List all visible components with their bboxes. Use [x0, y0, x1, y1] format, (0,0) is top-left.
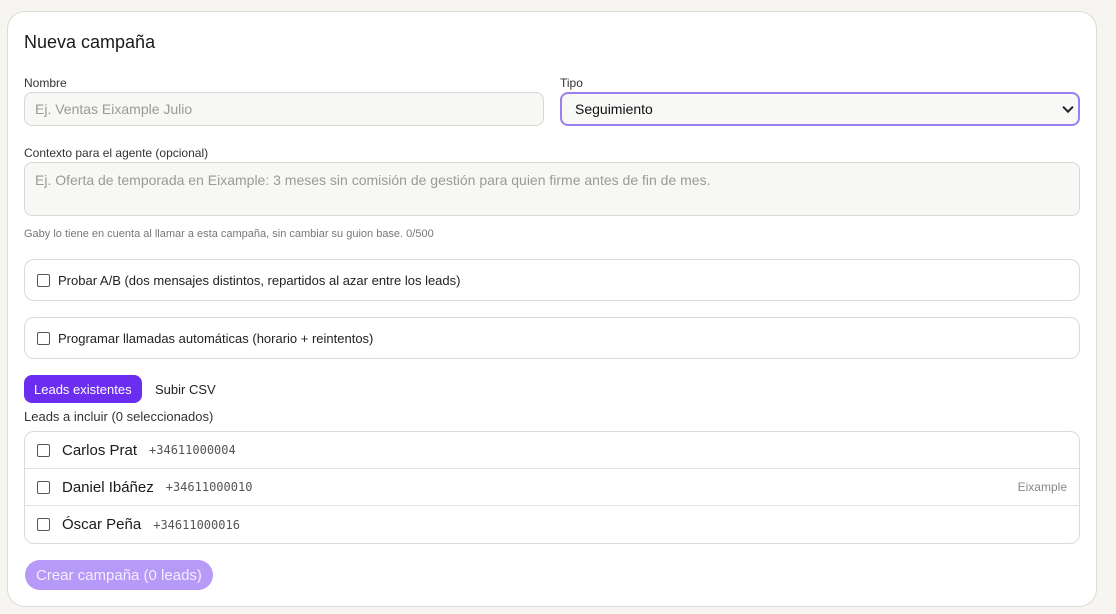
schedule-checkbox[interactable] — [37, 331, 50, 345]
lead-checkbox[interactable] — [37, 518, 50, 531]
ab-test-option[interactable]: Probar A/B (dos mensajes distintos, repa… — [24, 259, 1080, 301]
lead-phone: +34611000004 — [149, 443, 236, 457]
chevron-down-icon — [1062, 101, 1074, 114]
tab-upload-csv[interactable]: Subir CSV — [149, 375, 222, 403]
lead-checkbox[interactable] — [37, 480, 50, 494]
lead-name: Carlos Prat — [62, 441, 138, 459]
list-item[interactable]: Carlos Prat +34611000004 — [25, 432, 1079, 469]
lead-phone: +34611000010 — [165, 480, 253, 494]
context-hint: Gaby lo tiene en cuenta al llamar a esta… — [24, 228, 434, 240]
type-select-value: Seguimiento — [575, 101, 653, 117]
lead-checkbox[interactable] — [37, 443, 50, 457]
name-label: Nombre — [24, 76, 67, 90]
type-select[interactable]: Seguimiento — [560, 92, 1080, 126]
lead-name: Daniel Ibáñez — [62, 478, 154, 496]
create-campaign-button[interactable]: Crear campaña (0 leads) — [25, 560, 213, 590]
type-label: Tipo — [560, 76, 583, 90]
page-title: Nueva campaña — [24, 32, 156, 52]
name-input[interactable] — [24, 92, 544, 126]
context-label: Contexto para el agente (opcional) — [24, 146, 209, 160]
lead-name: Óscar Peña — [62, 516, 142, 533]
leads-list: Carlos Prat +34611000004 Daniel Ibáñez +… — [24, 431, 1080, 544]
tab-existing-leads[interactable]: Leads existentes — [24, 375, 142, 403]
list-item[interactable]: Óscar Peña +34611000016 — [25, 506, 1079, 543]
schedule-option[interactable]: Programar llamadas automáticas (horario … — [24, 317, 1080, 359]
campaign-form-card: Nueva campaña Nombre Tipo Seguimiento Co… — [7, 11, 1097, 607]
lead-phone: +34611000016 — [153, 517, 240, 532]
ab-test-checkbox[interactable] — [37, 273, 50, 287]
context-textarea[interactable] — [24, 162, 1080, 216]
leads-header: Leads a incluir (0 seleccionados) — [24, 409, 214, 424]
list-item[interactable]: Daniel Ibáñez +34611000010 Eixample — [25, 469, 1079, 506]
lead-tag: Eixample — [1017, 480, 1067, 494]
ab-test-label: Probar A/B (dos mensajes distintos, repa… — [58, 272, 461, 288]
schedule-label: Programar llamadas automáticas (horario … — [58, 330, 374, 346]
